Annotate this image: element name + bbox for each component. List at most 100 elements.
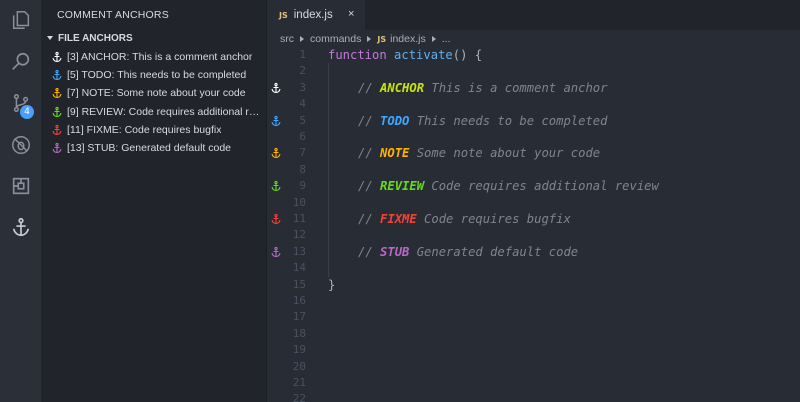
search-icon[interactable] [0,42,41,82]
file-anchors-section-header[interactable]: FILE ANCHORS [41,29,266,47]
comment-prefix: // [358,80,381,95]
extensions-icon[interactable] [0,166,41,206]
line-number: 9 [299,179,306,193]
anchor-item-stub[interactable]: [13] STUB: Generated default code [41,139,266,157]
line-number: 5 [299,113,306,127]
comment-prefix: // [358,244,381,259]
comment-prefix: // [358,113,381,128]
indent-guide [328,260,329,277]
code-text: // STUB Generated default code [358,244,578,260]
breadcrumb-file[interactable]: index.js [390,33,426,45]
stub-tag: STUB [380,244,410,259]
fixme-tag: FIXME [380,212,417,226]
anchor-item-label: [5] TODO: This needs to be completed [67,69,247,82]
indent-guide [328,194,329,211]
section-label: FILE ANCHORS [58,32,133,44]
anchor-item-label: [3] ANCHOR: This is a comment anchor [67,51,253,64]
code-text: // FIXME Code requires bugfix [358,211,571,227]
explorer-icon[interactable] [0,0,41,40]
code-line: 8 [267,161,800,179]
source-control-badge: 4 [20,105,34,119]
line-number: 21 [292,376,306,389]
line-number: 12 [292,228,306,242]
indent-guide [328,112,329,129]
anchor-icon [52,88,62,99]
tab-label: index.js [293,9,333,21]
anchor-icon [52,142,62,154]
code-line: 19 [267,342,800,358]
line-number: 14 [292,261,306,275]
line-number: 17 [292,310,306,324]
anchor-item-label: [13] STUB: Generated default code [67,142,232,155]
code-line: 13 // STUB Generated default code [267,243,800,261]
code-line: 3 // ANCHOR This is a comment anchor [267,79,800,97]
code-text: // ANCHOR This is a comment anchor [358,80,607,96]
breadcrumb-src[interactable]: src [280,33,294,45]
indent-guide [328,243,329,261]
keyword: function [328,48,387,62]
breadcrumb: src commands JS index.js ... [267,30,800,48]
indent-guide [328,178,329,195]
breadcrumb-symbols[interactable]: ... [442,33,451,45]
chevron-right-icon [367,36,372,42]
anchor-item-todo[interactable]: [5] TODO: This needs to be completed [41,66,266,84]
function-name: activate [394,48,453,62]
code-line: 18 [267,326,800,342]
anchor-item-note[interactable]: [7] NOTE: Some note about your code [41,84,266,102]
note-tag: NOTE [380,146,410,161]
anchor-icon [52,70,62,81]
comment-text: Generated default code [409,244,579,259]
indent-guide [328,227,329,244]
chevron-right-icon [300,36,304,42]
anchor-icon [52,124,62,135]
code-text: } [328,277,335,293]
code-line: 1 function activate() { [267,47,800,63]
line-number: 7 [299,146,306,160]
indent-guide [328,63,329,80]
comment-prefix: // [358,212,381,226]
anchor-list: [3] ANCHOR: This is a comment anchor [5]… [41,48,266,157]
code-line: 15 } [267,277,800,293]
code-line: 6 [267,129,800,146]
code-line: 2 [267,63,800,80]
code-text: function activate() { [328,47,482,63]
line-number: 16 [292,294,306,307]
chevron-right-icon [431,36,436,42]
line-number: 3 [299,80,306,94]
comment-prefix: // [358,179,381,194]
anchor-item-anchor[interactable]: [3] ANCHOR: This is a comment anchor [41,48,266,66]
code-text: // NOTE Some note about your code [358,145,600,161]
close-brace: } [328,277,336,292]
code-text: // TODO This needs to be completed [358,113,608,129]
source-control-icon[interactable]: 4 [0,83,41,123]
anchor-item-fixme[interactable]: [11] FIXME: Code requires bugfix [41,121,266,139]
line-number: 4 [299,97,306,111]
code-line: 16 [267,293,800,309]
comment-text: This needs to be completed [409,113,608,128]
anchor-item-label: [11] FIXME: Code requires bugfix [67,123,222,136]
todo-tag: TODO [380,113,410,128]
debug-icon[interactable] [0,125,41,165]
code-line: 21 [267,375,800,391]
code-line: 4 [267,96,800,113]
breadcrumb-commands[interactable]: commands [310,33,361,45]
activity-bar: 4 [0,0,41,402]
line-number: 20 [292,359,306,373]
punctuation: () { [452,48,483,62]
code-line: 12 [267,227,800,244]
tab-index-js[interactable]: JS index.js × [267,0,365,30]
anchor-item-review[interactable]: [9] REVIEW: Code requires additional rev… [41,103,266,121]
line-number: 6 [299,130,306,143]
code-line: 10 [267,194,800,211]
anchor-item-label: [9] REVIEW: Code requires additional rev… [67,105,262,118]
anchor-item-label: [7] NOTE: Some note about your code [67,87,246,100]
line-number: 22 [292,392,306,402]
line-number: 1 [299,48,306,61]
close-icon[interactable]: × [348,8,354,20]
line-number: 10 [292,195,306,209]
comment-prefix: // [358,146,381,161]
code-line: 5 // TODO This needs to be completed [267,112,800,129]
js-file-icon: JS [279,10,288,20]
code-area[interactable]: 1 function activate() { 2 3 // ANCHOR Th… [267,47,800,402]
anchor-icon[interactable] [0,207,41,247]
